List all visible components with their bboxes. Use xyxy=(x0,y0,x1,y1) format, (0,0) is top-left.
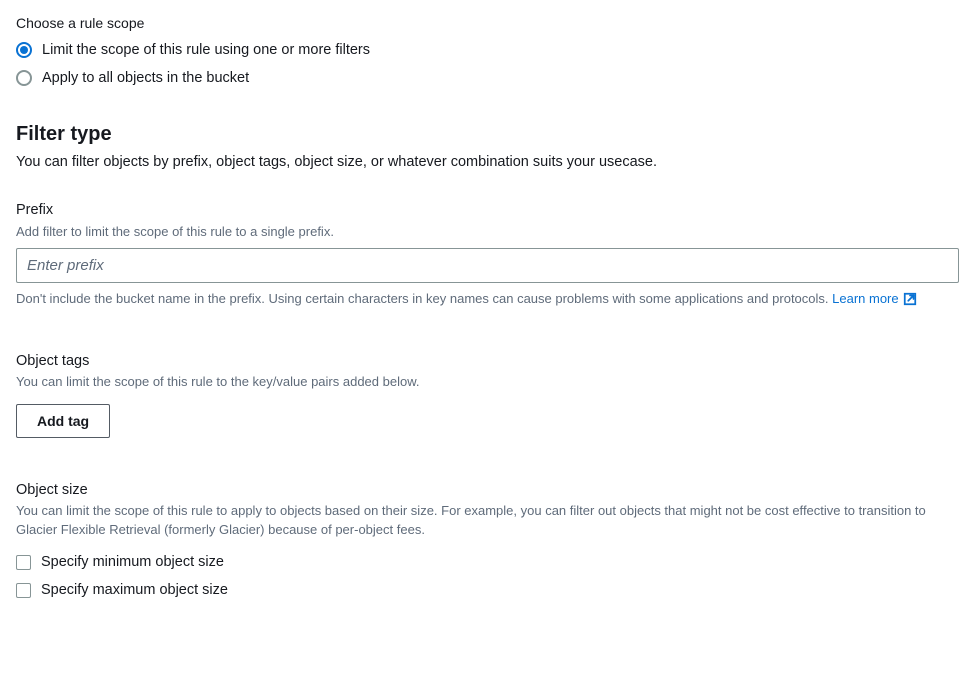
external-link-icon xyxy=(903,292,917,306)
object-size-label: Object size xyxy=(16,480,959,500)
filter-type-heading: Filter type xyxy=(16,120,959,148)
rule-scope-option-all[interactable]: Apply to all objects in the bucket xyxy=(16,68,959,88)
object-tags-label: Object tags xyxy=(16,351,959,371)
radio-unselected-icon xyxy=(16,70,32,86)
filter-type-desc: You can filter objects by prefix, object… xyxy=(16,152,959,172)
prefix-input[interactable] xyxy=(16,248,959,283)
rule-scope-option-limit-label: Limit the scope of this rule using one o… xyxy=(42,40,370,60)
checkbox-unchecked-icon xyxy=(16,583,31,598)
rule-scope-option-limit[interactable]: Limit the scope of this rule using one o… xyxy=(16,40,959,60)
add-tag-button[interactable]: Add tag xyxy=(16,404,110,438)
radio-selected-icon xyxy=(16,42,32,58)
specify-max-size-label: Specify maximum object size xyxy=(41,580,228,600)
rule-scope-radio-group: Limit the scope of this rule using one o… xyxy=(16,40,959,89)
specify-min-size-label: Specify minimum object size xyxy=(41,552,224,572)
checkbox-unchecked-icon xyxy=(16,555,31,570)
specify-min-size-checkbox[interactable]: Specify minimum object size xyxy=(16,552,959,572)
rule-scope-label: Choose a rule scope xyxy=(16,14,959,34)
prefix-label: Prefix xyxy=(16,200,959,220)
object-tags-hint: You can limit the scope of this rule to … xyxy=(16,373,959,392)
object-size-hint: You can limit the scope of this rule to … xyxy=(16,502,959,540)
prefix-hint: Add filter to limit the scope of this ru… xyxy=(16,223,959,242)
object-size-checkbox-group: Specify minimum object size Specify maxi… xyxy=(16,552,959,601)
specify-max-size-checkbox[interactable]: Specify maximum object size xyxy=(16,580,959,600)
rule-scope-option-all-label: Apply to all objects in the bucket xyxy=(42,68,249,88)
prefix-learn-more-link[interactable]: Learn more xyxy=(832,289,916,309)
prefix-below-hint: Don't include the bucket name in the pre… xyxy=(16,289,959,309)
